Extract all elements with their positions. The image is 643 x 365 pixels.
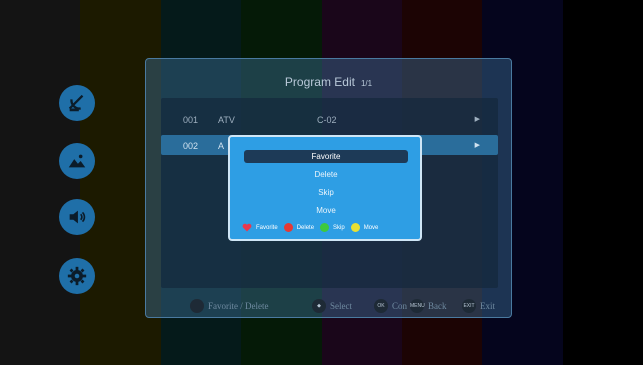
legend-skip: Skip	[320, 223, 345, 232]
dpad-icon: ◆	[312, 299, 326, 313]
red-dot-icon	[283, 223, 293, 232]
satellite-dish-icon	[68, 94, 84, 112]
help-confirm-label: Con	[392, 301, 408, 311]
legend-move-label: Move	[363, 224, 379, 231]
speaker-icon	[69, 210, 86, 224]
option-skip[interactable]: Skip	[244, 186, 408, 199]
program-number: 002	[183, 141, 199, 151]
legend-delete: Delete	[283, 223, 315, 232]
legend-move: Move	[350, 223, 379, 232]
help-favorite-delete-label: Favorite / Delete	[208, 301, 269, 311]
page-title: Program Edit 1/1	[146, 75, 511, 89]
help-back: MENU Back	[410, 299, 447, 313]
legend-favorite-label: Favorite	[256, 224, 278, 231]
heart-icon	[242, 223, 252, 232]
exit-key-icon: EXIT	[462, 299, 476, 313]
program-name: C-02	[317, 115, 337, 125]
row-arrow-icon: ▶	[474, 116, 480, 123]
help-exit-label: Exit	[480, 301, 495, 311]
program-row[interactable]: 001 ATV C-02 ▶	[161, 109, 498, 129]
side-menu-picture[interactable]	[59, 143, 95, 179]
green-dot-icon	[320, 223, 330, 232]
picture-icon	[68, 154, 86, 168]
legend-favorite: Favorite	[242, 223, 278, 232]
edit-options-dialog: Favorite Delete Skip Move Favorite Delet…	[228, 135, 422, 241]
help-confirm: OK Con	[374, 299, 407, 313]
color-key-icon	[190, 299, 204, 313]
help-favorite-delete: Favorite / Delete	[190, 299, 268, 313]
help-back-label: Back	[428, 301, 447, 311]
color-key-legend: Favorite Delete Skip Move	[242, 223, 384, 232]
side-menu-setup[interactable]	[59, 258, 95, 294]
option-move[interactable]: Move	[244, 204, 408, 217]
ok-key-icon: OK	[374, 299, 388, 313]
menu-key-icon: MENU	[410, 299, 425, 313]
program-type: ATV	[218, 115, 235, 125]
help-select-label: Select	[330, 301, 352, 311]
panel-title-text: Program Edit	[284, 75, 355, 89]
gear-icon	[67, 266, 87, 286]
side-menu-channel[interactable]	[59, 85, 95, 121]
yellow-dot-icon	[350, 223, 360, 232]
row-arrow-icon: ▶	[474, 142, 480, 149]
option-delete[interactable]: Delete	[244, 168, 408, 181]
program-number: 001	[183, 115, 199, 125]
help-select: ◆ Select	[312, 299, 352, 313]
page-indicator: 1/1	[360, 79, 373, 88]
legend-skip-label: Skip	[333, 224, 345, 231]
help-exit: EXIT Exit	[462, 299, 495, 313]
help-bar: Favorite / Delete ◆ Select OK Con MENU B…	[146, 296, 511, 314]
program-type: A	[218, 141, 225, 151]
side-menu-sound[interactable]	[59, 199, 95, 235]
legend-delete-label: Delete	[296, 224, 315, 231]
option-favorite[interactable]: Favorite	[244, 150, 408, 163]
